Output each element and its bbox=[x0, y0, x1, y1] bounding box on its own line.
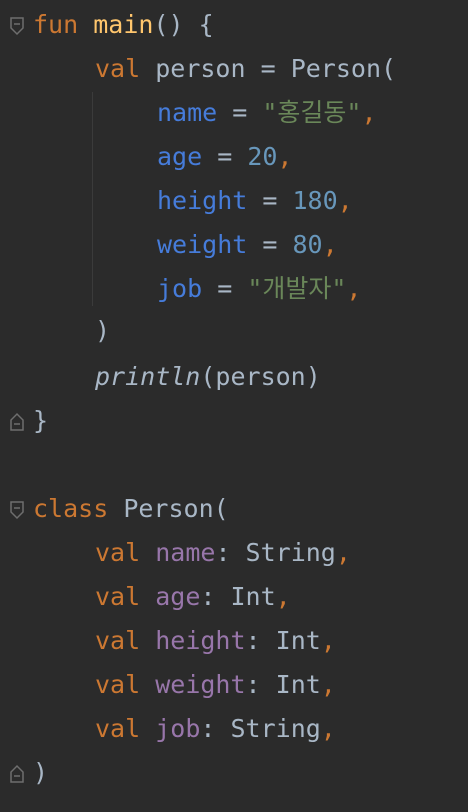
property-name: weight bbox=[155, 670, 246, 699]
named-argument: name bbox=[157, 98, 218, 127]
comma: , bbox=[277, 142, 293, 171]
property-name: job bbox=[155, 714, 201, 743]
property-name: name bbox=[155, 538, 216, 567]
comma: , bbox=[361, 98, 377, 127]
comma: , bbox=[320, 626, 336, 655]
comma: , bbox=[320, 670, 336, 699]
code-line: val name: String, bbox=[95, 531, 351, 575]
operator: = bbox=[202, 142, 248, 171]
type-name: Int bbox=[230, 582, 276, 611]
property-name: height bbox=[155, 626, 246, 655]
named-argument: height bbox=[157, 186, 248, 215]
keyword: val bbox=[95, 626, 141, 655]
code-line: age = 20, bbox=[157, 135, 292, 179]
keyword: val bbox=[95, 54, 141, 83]
class-name: Person( bbox=[123, 494, 229, 523]
operator: = bbox=[202, 274, 248, 303]
named-argument: job bbox=[157, 274, 203, 303]
type-separator: : bbox=[245, 626, 276, 655]
comma: , bbox=[335, 538, 351, 567]
punctuation: () { bbox=[153, 10, 214, 39]
variable: person bbox=[155, 54, 246, 83]
keyword: val bbox=[95, 582, 141, 611]
operator: = bbox=[247, 186, 293, 215]
code-line: val person = Person( bbox=[95, 47, 396, 91]
code-line: job = "개발자", bbox=[157, 267, 361, 311]
operator: = bbox=[217, 98, 263, 127]
code-line: val height: Int, bbox=[95, 619, 336, 663]
keyword: class bbox=[33, 494, 109, 523]
type-separator: : bbox=[200, 714, 231, 743]
function-name: main bbox=[93, 10, 154, 39]
close-paren: ) bbox=[33, 758, 49, 787]
close-paren: ) bbox=[95, 316, 111, 345]
code-line: ) bbox=[33, 751, 48, 795]
code-line: val job: String, bbox=[95, 707, 336, 751]
fold-end-icon[interactable] bbox=[9, 764, 25, 784]
number-literal: 180 bbox=[292, 186, 338, 215]
code-line: println(person) bbox=[95, 355, 321, 399]
constructor-call: Person( bbox=[290, 54, 397, 83]
code-line: class Person( bbox=[33, 487, 229, 531]
code-line: val age: Int, bbox=[95, 575, 291, 619]
named-argument: weight bbox=[157, 230, 248, 259]
comma: , bbox=[275, 582, 291, 611]
type-name: String bbox=[245, 538, 336, 567]
named-argument: age bbox=[157, 142, 203, 171]
fold-icon[interactable] bbox=[9, 16, 25, 36]
fold-icon[interactable] bbox=[9, 500, 25, 520]
type-separator: : bbox=[245, 670, 276, 699]
type-separator: : bbox=[215, 538, 246, 567]
code-line: } bbox=[33, 399, 48, 443]
code-line: height = 180, bbox=[157, 179, 353, 223]
code-line: val weight: Int, bbox=[95, 663, 336, 707]
number-literal: 20 bbox=[247, 142, 278, 171]
keyword: fun bbox=[33, 10, 79, 39]
fold-end-icon[interactable] bbox=[9, 412, 25, 432]
code-line: weight = 80, bbox=[157, 223, 338, 267]
comma: , bbox=[346, 274, 362, 303]
code-editor[interactable]: fun main() { val person = Person( name =… bbox=[0, 0, 468, 812]
comma: , bbox=[322, 230, 338, 259]
number-literal: 80 bbox=[292, 230, 323, 259]
string-literal: "홍길동" bbox=[262, 98, 362, 127]
indent-guide bbox=[92, 92, 93, 306]
keyword: val bbox=[95, 538, 141, 567]
keyword: val bbox=[95, 670, 141, 699]
type-name: Int bbox=[275, 670, 321, 699]
code-line: name = "홍길동", bbox=[157, 91, 377, 135]
type-name: Int bbox=[275, 626, 321, 655]
comma: , bbox=[320, 714, 336, 743]
property-name: age bbox=[155, 582, 201, 611]
type-name: String bbox=[230, 714, 321, 743]
call-args: (person) bbox=[200, 362, 321, 391]
operator: = bbox=[245, 54, 291, 83]
comma: , bbox=[337, 186, 353, 215]
code-line: ) bbox=[95, 309, 110, 353]
operator: = bbox=[247, 230, 293, 259]
code-line: fun main() { bbox=[33, 3, 214, 47]
string-literal: "개발자" bbox=[247, 274, 347, 303]
close-brace: } bbox=[33, 406, 49, 435]
type-separator: : bbox=[200, 582, 231, 611]
function-call: println bbox=[95, 362, 201, 391]
keyword: val bbox=[95, 714, 141, 743]
